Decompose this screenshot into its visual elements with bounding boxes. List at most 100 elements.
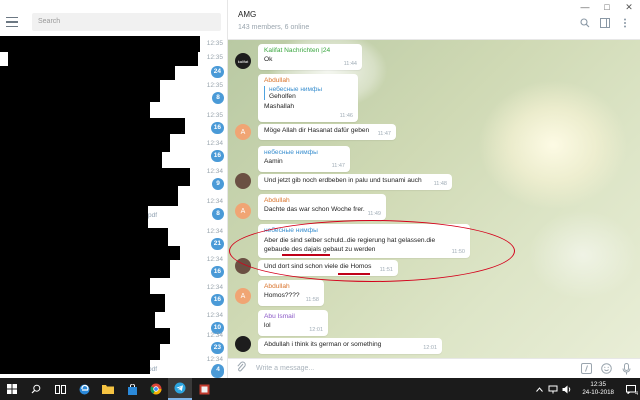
redaction-block	[0, 278, 150, 294]
avatar[interactable]: A	[235, 124, 251, 140]
redaction-block	[0, 168, 190, 186]
window-controls: — □ ✕	[574, 0, 640, 14]
redaction-block	[0, 328, 170, 344]
unread-badge: 16	[210, 122, 224, 134]
message-text: Mashallah	[264, 103, 295, 110]
unread-badge: 9	[212, 178, 224, 190]
edge-browser-icon[interactable]	[72, 378, 96, 400]
message-text: Abdullah i think its german or something	[264, 341, 382, 348]
message-bubble: Und jetzt gib noch erdbeben in palu und …	[258, 174, 452, 190]
message-time: 11:48	[433, 181, 447, 187]
unread-badge: 16	[210, 150, 224, 162]
minimize-icon[interactable]: —	[574, 0, 596, 14]
telegram-icon[interactable]	[168, 378, 192, 400]
maximize-icon[interactable]: □	[596, 0, 618, 14]
redaction-block	[0, 360, 150, 374]
unread-badge: 8	[212, 92, 224, 104]
message-bubble: небесные нимфы Aamin 11:47	[258, 146, 350, 172]
avatar[interactable]: A	[235, 203, 251, 219]
message-text: Dachte das war schon Woche frer.	[264, 206, 365, 213]
chevron-up-icon[interactable]	[532, 378, 546, 400]
chat-time: 12:35	[206, 82, 223, 89]
emoji-icon[interactable]	[600, 363, 612, 375]
chrome-icon[interactable]	[144, 378, 168, 400]
chat-time: 12:35	[206, 54, 223, 61]
notification-count: 4	[635, 391, 638, 397]
annotation-underline	[338, 273, 370, 275]
message-bubble: Abu Ismail lol 12:01	[258, 310, 328, 336]
chat-time: 12:34	[206, 168, 223, 175]
system-tray: 12:35 24-10-2018 4	[532, 378, 640, 400]
message-time: 11:44	[343, 61, 357, 67]
background-flower	[478, 80, 628, 210]
message-time: 11:47	[331, 163, 345, 169]
reply-quote[interactable]: небесные нимфы Geholfen	[264, 86, 352, 100]
redaction-block	[0, 312, 155, 328]
message-sender[interactable]: небесные нимфы	[264, 149, 344, 156]
unread-badge: 24	[210, 66, 224, 78]
annotation-underline	[282, 254, 330, 256]
clock-date: 24-10-2018	[582, 389, 614, 396]
chat-time: 12:34	[206, 198, 223, 205]
header-actions	[580, 18, 630, 28]
chat-time: 12:35	[206, 40, 223, 47]
chat-list-panel: Search 12:35 12:35 24 12:35 8 12:35 16 1…	[0, 0, 228, 378]
redaction-block	[0, 118, 185, 134]
message-composer: Write a message...	[228, 358, 640, 378]
close-icon[interactable]: ✕	[618, 0, 640, 14]
notification-center-icon[interactable]: 4	[622, 378, 640, 400]
message-time: 11:47	[377, 131, 391, 137]
redaction-block	[0, 102, 150, 118]
conversation-panel: AMG 143 members, 6 online kalifat Kalifa…	[228, 0, 640, 378]
message-input[interactable]: Write a message...	[256, 365, 572, 372]
system-clock[interactable]: 12:35 24-10-2018	[582, 381, 614, 397]
search-icon[interactable]	[24, 378, 48, 400]
message-bubble: Abdullah Dachte das war schon Woche frer…	[258, 194, 386, 220]
message-sender[interactable]: Kalifat Nachrichten |24	[264, 47, 356, 54]
app-icon[interactable]	[192, 378, 216, 400]
avatar[interactable]: A	[235, 288, 251, 304]
message-time: 12:01	[423, 345, 437, 351]
annotation-circle	[229, 220, 515, 282]
more-options-icon[interactable]	[620, 18, 630, 28]
message-sender[interactable]: Abdullah	[264, 77, 352, 84]
volume-icon[interactable]	[560, 378, 574, 400]
avatar[interactable]: kalifat	[235, 53, 251, 69]
message-text: Ok	[264, 56, 273, 63]
menu-icon[interactable]	[6, 14, 22, 30]
reply-sender: небесные нимфы	[269, 86, 323, 93]
attach-icon[interactable]	[236, 360, 246, 378]
sidebar-toggle-icon[interactable]	[600, 18, 610, 28]
message-bubble: Möge Allah dir Hasanat dafür geben 11:47	[258, 124, 396, 140]
search-input[interactable]: Search	[32, 13, 221, 31]
redaction-block	[0, 36, 200, 52]
microphone-icon[interactable]	[620, 362, 632, 375]
file-explorer-icon[interactable]	[96, 378, 120, 400]
chat-time: 12:35	[206, 112, 223, 119]
chat-time: 12:34	[206, 140, 223, 147]
redaction-block	[0, 66, 175, 80]
message-sender[interactable]: Abu Ismail	[264, 313, 322, 320]
message-time: 11:58	[305, 297, 319, 303]
store-icon[interactable]	[120, 378, 144, 400]
task-view-icon[interactable]	[48, 378, 72, 400]
avatar[interactable]	[235, 336, 251, 352]
chat-time: 12:34	[206, 228, 223, 235]
unread-badge: 21	[210, 238, 224, 250]
chat-time: 12:34	[206, 312, 223, 319]
message-text: Und jetzt gib noch erdbeben in palu und …	[264, 177, 422, 184]
reply-text: Geholfen	[269, 93, 296, 100]
redaction-block	[0, 186, 178, 206]
message-bubble: Abdullah Homos???? 11:58	[258, 280, 324, 306]
redaction-block	[0, 294, 165, 312]
search-icon[interactable]	[580, 18, 590, 28]
network-icon[interactable]	[546, 378, 560, 400]
avatar[interactable]	[235, 173, 251, 189]
unread-badge: 8	[212, 208, 224, 220]
commands-icon[interactable]	[580, 363, 592, 375]
message-sender[interactable]: Abdullah	[264, 283, 318, 290]
message-bubble: Abdullah небесные нимфы Geholfen Mashall…	[258, 74, 358, 122]
windows-start-icon[interactable]	[0, 378, 24, 400]
background-flower	[528, 210, 638, 300]
message-sender[interactable]: Abdullah	[264, 197, 380, 204]
